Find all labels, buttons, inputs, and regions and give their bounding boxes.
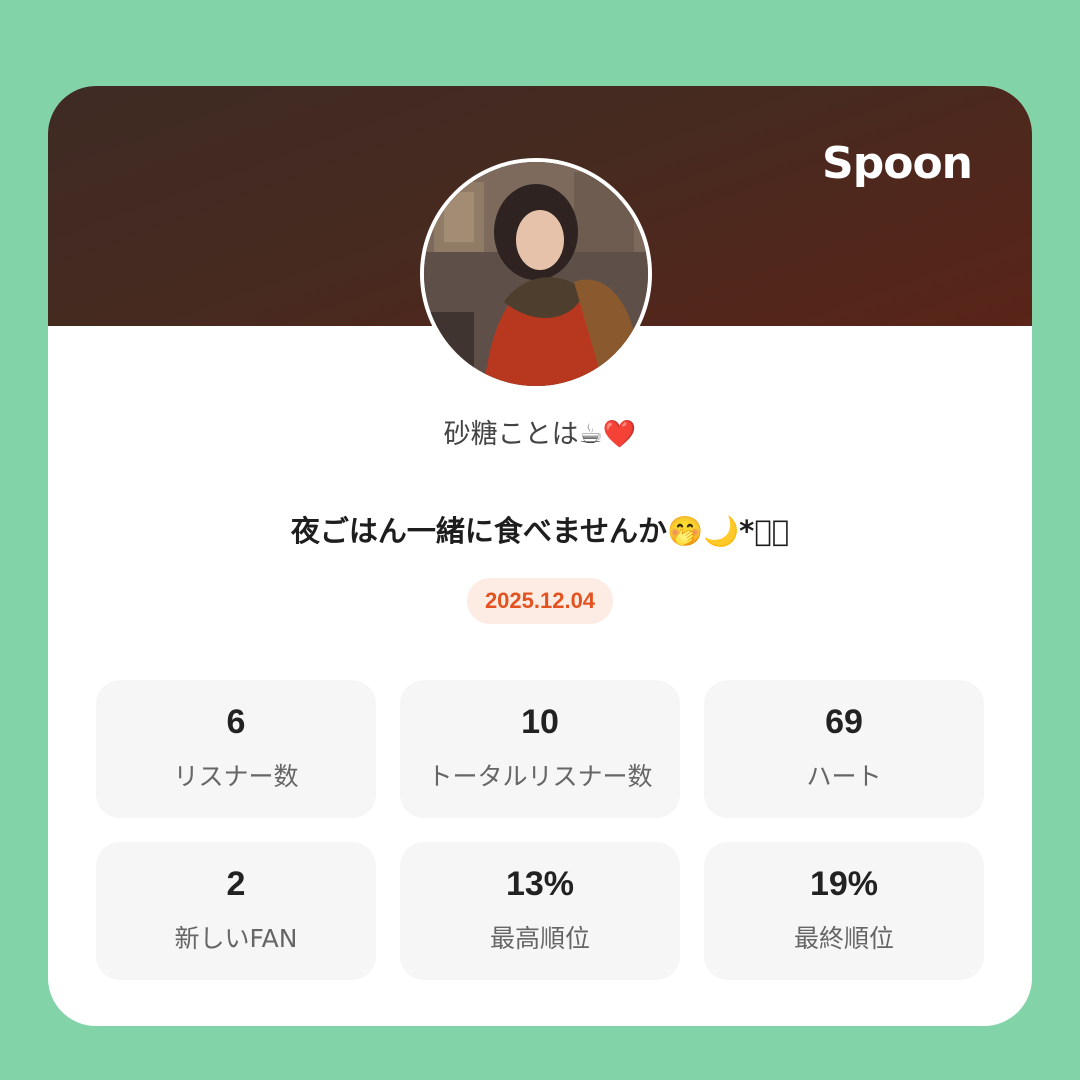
brand-logo: Spoon <box>822 138 973 189</box>
stat-label: リスナー数 <box>173 762 299 791</box>
avatar[interactable] <box>420 158 652 390</box>
stat-listeners: 6 リスナー数 <box>96 680 376 818</box>
stat-label: ハート <box>806 762 882 791</box>
stat-label: 最終順位 <box>793 924 894 953</box>
stat-highest-rank: 13% 最高順位 <box>400 842 680 980</box>
stat-hearts: 69 ハート <box>704 680 984 818</box>
stat-value: 2 <box>226 865 246 903</box>
stat-value: 19% <box>809 865 879 903</box>
avatar-illustration-icon <box>424 162 648 386</box>
stat-value: 6 <box>226 703 246 741</box>
broadcast-title: 夜ごはん一緒に食べませんか🤭🌙*ﾟ？ <box>290 514 790 548</box>
summary-card: Spoon 砂糖ことは☕❤️ 夜ごはん一緒に食べませんか🤭🌙*ﾟ？ 2025.1… <box>48 86 1032 1026</box>
stat-total-listeners: 10 トータルリスナー数 <box>400 680 680 818</box>
date-badge: 2025.12.04 <box>466 578 614 624</box>
stats-grid: 6 リスナー数 10 トータルリスナー数 69 ハート 2 新しいFAN 13%… <box>96 680 984 980</box>
stat-final-rank: 19% 最終順位 <box>704 842 984 980</box>
username: 砂糖ことは☕❤️ <box>443 419 637 450</box>
stat-value: 10 <box>521 703 559 741</box>
stat-label: 最高順位 <box>489 924 590 953</box>
stat-new-fans: 2 新しいFAN <box>96 842 376 980</box>
stat-value: 13% <box>505 865 575 903</box>
stat-label: トータルリスナー数 <box>427 762 653 791</box>
stat-label: 新しいFAN <box>174 924 298 953</box>
stat-value: 69 <box>825 703 863 741</box>
